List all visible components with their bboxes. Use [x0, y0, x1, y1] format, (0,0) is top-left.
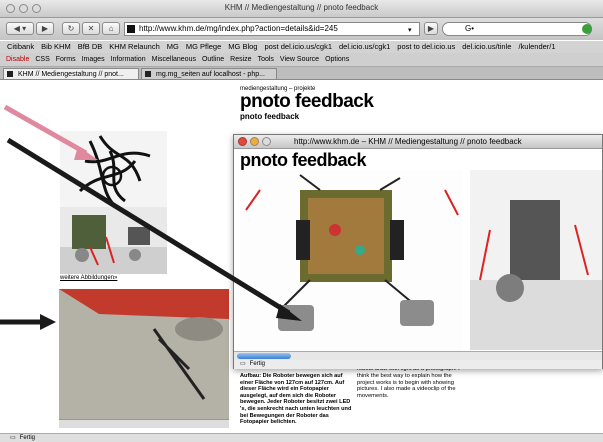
webdev-toolbar: Disable CSS Forms Images Information Miscella…: [0, 53, 603, 67]
project-thumbnail[interactable]: [60, 131, 167, 208]
popup-window[interactable]: http://www.khm.de – KHM // Mediengestalt…: [233, 134, 603, 369]
description-german: Aufbau: Die Roboter bewegen sich auf ein…: [240, 373, 352, 426]
back-icon: ◀ ▾: [13, 24, 27, 33]
bookmark-item[interactable]: post del.icio.us/cgk1: [264, 42, 332, 51]
more-images-link[interactable]: weitere Abbildungen»: [60, 275, 117, 281]
devtool-images[interactable]: Images: [82, 56, 105, 63]
devtool-forms[interactable]: Forms: [56, 56, 76, 63]
robots-thumbnail[interactable]: [60, 207, 167, 274]
tab-inactive[interactable]: mg.mg_seiten auf localhost - php...: [141, 68, 277, 79]
tab-favicon-icon: [7, 71, 13, 77]
bookmark-item[interactable]: BfB DB: [78, 42, 103, 51]
bookmark-item[interactable]: post to del.icio.us: [397, 42, 455, 51]
url-dropdown-icon[interactable]: ▾: [408, 26, 412, 34]
page-subtitle: pnoto feedback: [240, 112, 300, 121]
robot-side-image: [470, 200, 602, 350]
scrollbar-thumb[interactable]: [237, 353, 291, 359]
url-field[interactable]: http://www.khm.de/mg/index.php?action=de…: [124, 22, 420, 36]
devtool-miscellaneous[interactable]: Miscellaneous: [152, 56, 196, 63]
devtool-information[interactable]: Information: [111, 56, 146, 63]
bookmark-item[interactable]: MG: [167, 42, 179, 51]
devtool-disable[interactable]: Disable: [6, 56, 29, 63]
forward-icon: ▶: [41, 24, 49, 33]
devtool-view-source[interactable]: View Source: [280, 56, 319, 63]
go-icon: ▶: [427, 24, 435, 33]
description-english: robots draw with light as a photograph. …: [357, 366, 460, 400]
tab-label: mg.mg_seiten auf localhost - php...: [156, 71, 265, 78]
page-icon: ▭: [10, 435, 16, 441]
go-button[interactable]: ▶: [424, 22, 438, 35]
forward-button[interactable]: ▶: [36, 22, 54, 35]
stop-button[interactable]: ✕: [82, 22, 100, 35]
popup-status-text: Fertig: [249, 361, 266, 367]
devtool-outline[interactable]: Outline: [202, 56, 224, 63]
video-controls[interactable]: [59, 419, 229, 428]
robot-photo-side: [470, 170, 602, 350]
page-title: pnoto feedback: [240, 91, 374, 112]
robot-photo-large: [240, 170, 462, 350]
devtool-css[interactable]: CSS: [35, 56, 49, 63]
window-title: KHM // Mediengestaltung // pnoto feedbac…: [224, 3, 379, 12]
bookmark-item[interactable]: MG Blog: [228, 42, 257, 51]
popup-titlebar[interactable]: http://www.khm.de – KHM // Mediengestalt…: [234, 135, 602, 149]
reload-button[interactable]: ↻: [62, 22, 80, 35]
popup-title: http://www.khm.de – KHM // Mediengestalt…: [294, 137, 522, 146]
popup-heading: pnoto feedback: [240, 150, 367, 170]
video-frame-image: [59, 289, 229, 419]
home-button[interactable]: ⌂: [102, 22, 120, 35]
devtool-tools[interactable]: Tools: [258, 56, 274, 63]
robots-image: [60, 215, 167, 274]
bookmark-item[interactable]: /kulender/1: [518, 42, 555, 51]
bookmark-item[interactable]: Citibank: [7, 42, 34, 51]
status-ok-icon: [582, 24, 592, 34]
devtool-options[interactable]: Options: [325, 56, 349, 63]
tab-bar: KHM // Mediengestaltung // pnot... mg.mg…: [0, 67, 603, 80]
tab-active[interactable]: KHM // Mediengestaltung // pnot...: [3, 68, 139, 79]
bookmark-item[interactable]: del.icio.us/tinle: [462, 42, 511, 51]
bookmark-item[interactable]: Bib KHM: [41, 42, 71, 51]
dark-pointer-head: [40, 314, 56, 330]
popup-zoom-button[interactable]: [262, 137, 271, 146]
tab-label: KHM // Mediengestaltung // pnot...: [18, 71, 124, 78]
tab-favicon-icon: [145, 71, 151, 77]
bookmarks-bar: Citibank Bib KHM BfB DB KHM Relaunch MG MG Pf…: [0, 41, 603, 53]
video-player[interactable]: [59, 289, 229, 419]
navigation-toolbar: ◀ ▾ ▶ ↻ ✕ ⌂ http://www.khm.de/mg/index.p…: [0, 18, 603, 40]
window-titlebar[interactable]: KHM // Mediengestaltung // pnoto feedbac…: [0, 0, 603, 18]
reload-icon: ↻: [67, 24, 75, 33]
site-favicon-icon: [127, 25, 135, 33]
page-icon: ▭: [240, 361, 246, 367]
stop-icon: ✕: [87, 24, 95, 33]
popup-status-bar: ▭ Fertig: [234, 360, 602, 369]
search-input[interactable]: G•: [442, 22, 592, 36]
robot-image: [245, 174, 459, 331]
bookmark-item[interactable]: MG Pflege: [186, 42, 221, 51]
popup-minimize-button[interactable]: [250, 137, 259, 146]
back-button[interactable]: ◀ ▾: [6, 22, 34, 35]
home-icon: ⌂: [108, 24, 114, 33]
status-text: Fertig: [19, 435, 36, 441]
light-drawing-image: [78, 135, 151, 208]
popup-close-button[interactable]: [238, 137, 247, 146]
bookmark-item[interactable]: KHM Relaunch: [109, 42, 159, 51]
bookmark-item[interactable]: del.icio.us/cgk1: [339, 42, 390, 51]
devtool-resize[interactable]: Resize: [230, 56, 251, 63]
